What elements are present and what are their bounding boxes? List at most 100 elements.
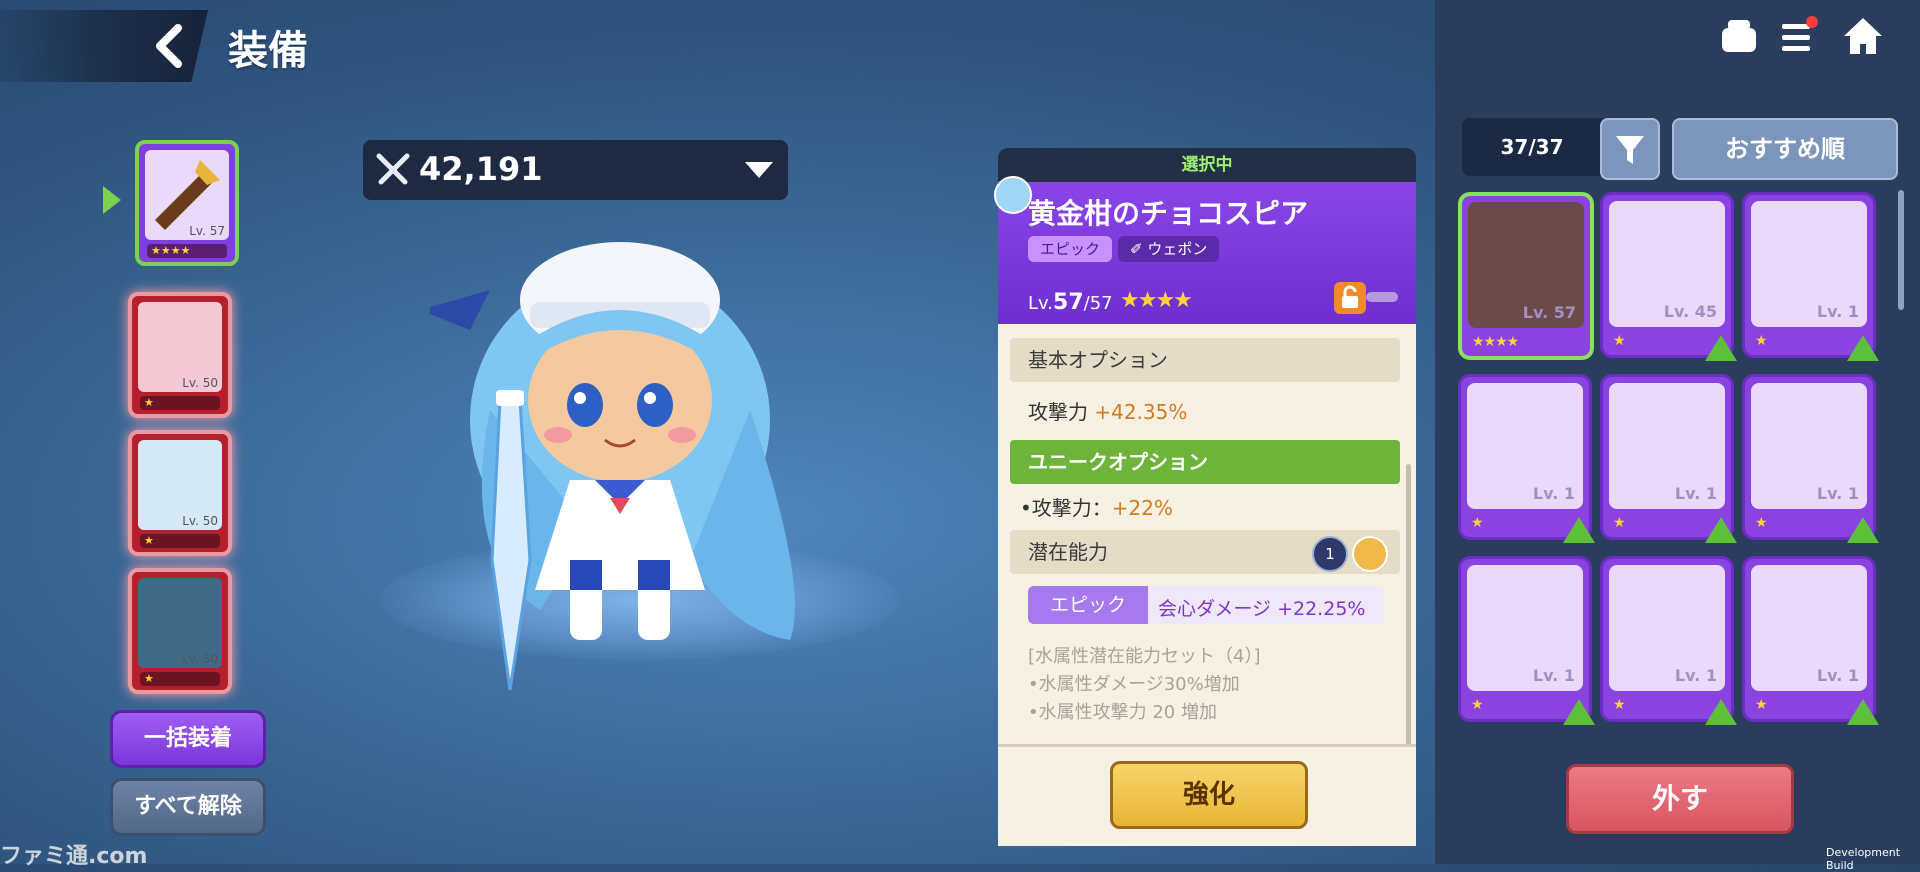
- inventory-item[interactable]: Lv. 1 ★: [1742, 374, 1879, 543]
- item-detail-panel: 選択中 黄金柑のチョコスピア エピック ✐ ウェポン Lv.57/57 ★★★★…: [994, 148, 1416, 846]
- inventory-item[interactable]: Lv. 57 ★★★★: [1458, 192, 1594, 360]
- water-element-icon: [1352, 536, 1388, 572]
- item-detail-body[interactable]: 基本オプション 攻撃力 +42.35% ユニークオプション •攻撃力：+22% …: [998, 324, 1416, 754]
- type-tag: ✐ ウェポン: [1118, 236, 1220, 262]
- inventory-item[interactable]: Lv. 1 ★: [1742, 556, 1879, 725]
- inventory-item[interactable]: Lv. 1 ★: [1742, 192, 1879, 361]
- lock-icon[interactable]: [1334, 282, 1366, 314]
- type-tag-label: ウェポン: [1147, 240, 1208, 258]
- inventory-count: 37/37: [1462, 118, 1602, 176]
- set-title: [水属性潜在能力セット（4）]: [1028, 646, 1261, 667]
- item-level: Lv.57/57: [1028, 290, 1113, 315]
- filter-icon[interactable]: [1600, 118, 1660, 180]
- item-level: Lv. 57: [1522, 303, 1576, 322]
- upgrade-arrow-icon: [1705, 335, 1737, 361]
- item-detail-header: 黄金柑のチョコスピア エピック ✐ ウェポン Lv.57/57 ★★★★: [994, 176, 1416, 324]
- level-max: /57: [1083, 293, 1113, 314]
- potential-rarity-tag: エピック: [1028, 586, 1148, 624]
- equip-slot-3[interactable]: Lv. 50 ★: [128, 568, 232, 694]
- item-stars: ★: [1613, 515, 1626, 531]
- item-stars: ★★★★: [1472, 334, 1519, 350]
- upgrade-arrow-icon: [1847, 335, 1879, 361]
- potential-count-badge: 1: [1312, 536, 1348, 572]
- item-stars: ★: [1471, 697, 1484, 713]
- inventory-item[interactable]: Lv. 1 ★: [1600, 374, 1737, 543]
- slot-level: Lv. 50: [182, 652, 218, 666]
- unequip-all-button[interactable]: すべて解除: [110, 778, 266, 836]
- unique-option-header: ユニークオプション: [1010, 440, 1400, 484]
- upgrade-arrow-icon: [1563, 699, 1595, 725]
- back-chevron-icon[interactable]: [150, 24, 190, 68]
- inventory-scrollbar[interactable]: [1898, 190, 1904, 310]
- slot-level: Lv. 57: [189, 224, 225, 238]
- item-name: 黄金柑のチョコスピア: [1028, 197, 1309, 230]
- weapon-icon: ✐: [1130, 240, 1148, 258]
- dropdown-arrow-icon[interactable]: [745, 162, 773, 178]
- slot-stars: ★★★★: [147, 244, 227, 258]
- character-cookie: [420, 230, 810, 700]
- level-current: 57: [1053, 290, 1084, 315]
- sort-dropdown[interactable]: おすすめ順: [1672, 118, 1898, 180]
- inventory-item[interactable]: Lv. 45 ★: [1600, 192, 1737, 361]
- watermark-logo: ファミ通.com: [0, 844, 148, 869]
- item-stars: ★: [1613, 333, 1626, 349]
- item-level: Lv. 1: [1532, 666, 1575, 685]
- slot-level: Lv. 50: [182, 376, 218, 390]
- equip-slot-2[interactable]: Lv. 50 ★: [128, 430, 232, 556]
- inventory-item[interactable]: Lv. 1 ★: [1458, 556, 1595, 725]
- upgrade-arrow-icon: [1847, 517, 1879, 543]
- item-stars: ★: [1755, 333, 1768, 349]
- set-bonus-1: •水属性ダメージ30%増加: [1028, 674, 1240, 695]
- selected-slot-marker-icon: [103, 186, 121, 214]
- base-option-header: 基本オプション: [1010, 338, 1400, 382]
- owner-avatar: [994, 176, 1032, 214]
- rarity-tag: エピック: [1028, 236, 1113, 262]
- upgrade-arrow-icon: [1847, 699, 1879, 725]
- combat-power-value: 42,191: [419, 150, 543, 188]
- slot-stars: ★: [140, 396, 220, 410]
- lock-toggle[interactable]: [1366, 292, 1398, 302]
- equip-slot-weapon[interactable]: Lv. 57 ★★★★: [135, 140, 239, 266]
- unequip-button[interactable]: 外す: [1566, 764, 1794, 834]
- unique-stat-label: •攻撃力：: [1020, 496, 1112, 520]
- slot-stars: ★: [140, 672, 220, 686]
- base-stat-label: 攻撃力: [1028, 400, 1088, 424]
- potential-stat: 会心ダメージ +22.25%: [1158, 598, 1366, 620]
- item-level: Lv. 1: [1674, 484, 1717, 503]
- item-level: Lv. 1: [1674, 666, 1717, 685]
- item-stars: ★: [1755, 515, 1768, 531]
- set-bonus-2: •水属性攻撃力 20 増加: [1028, 702, 1217, 723]
- detail-scrollbar[interactable]: [1406, 464, 1411, 754]
- upgrade-arrow-icon: [1705, 517, 1737, 543]
- item-stars: ★: [1613, 697, 1626, 713]
- home-icon[interactable]: [1840, 14, 1886, 60]
- inventory-item[interactable]: Lv. 1 ★: [1600, 556, 1737, 725]
- upgrade-arrow-icon: [1705, 699, 1737, 725]
- item-level: Lv. 1: [1532, 484, 1575, 503]
- slot-level: Lv. 50: [182, 514, 218, 528]
- upgrade-arrow-icon: [1563, 517, 1595, 543]
- equip-slot-1[interactable]: Lv. 50 ★: [128, 292, 232, 418]
- enhance-button[interactable]: 強化: [1110, 761, 1308, 829]
- potential-row: エピック 会心ダメージ +22.25%: [1028, 586, 1384, 624]
- page-title: 装備: [228, 28, 308, 74]
- base-stat-line: 攻撃力 +42.35%: [1028, 396, 1187, 425]
- item-level: Lv. 1: [1816, 484, 1859, 503]
- crossed-swords-icon: [375, 152, 411, 188]
- dev-build-label: Development Build: [1826, 846, 1901, 872]
- chef-hat-icon[interactable]: [1716, 14, 1762, 60]
- combat-power-box[interactable]: 42,191: [363, 140, 788, 200]
- unique-stat-value: +22%: [1111, 496, 1174, 520]
- item-level: Lv. 1: [1816, 666, 1859, 685]
- selected-status-label: 選択中: [998, 148, 1416, 182]
- detail-footer: 強化: [998, 744, 1416, 846]
- unique-stat-line: •攻撃力：+22%: [1020, 492, 1173, 521]
- slot-stars: ★: [140, 534, 220, 548]
- item-level: Lv. 1: [1816, 302, 1859, 321]
- level-prefix: Lv.: [1028, 293, 1054, 314]
- equip-all-button[interactable]: 一括装着: [110, 710, 266, 768]
- item-stars: ★★★★: [1120, 288, 1193, 313]
- menu-icon[interactable]: [1776, 14, 1822, 60]
- item-level: Lv. 45: [1663, 302, 1717, 321]
- inventory-item[interactable]: Lv. 1 ★: [1458, 374, 1595, 543]
